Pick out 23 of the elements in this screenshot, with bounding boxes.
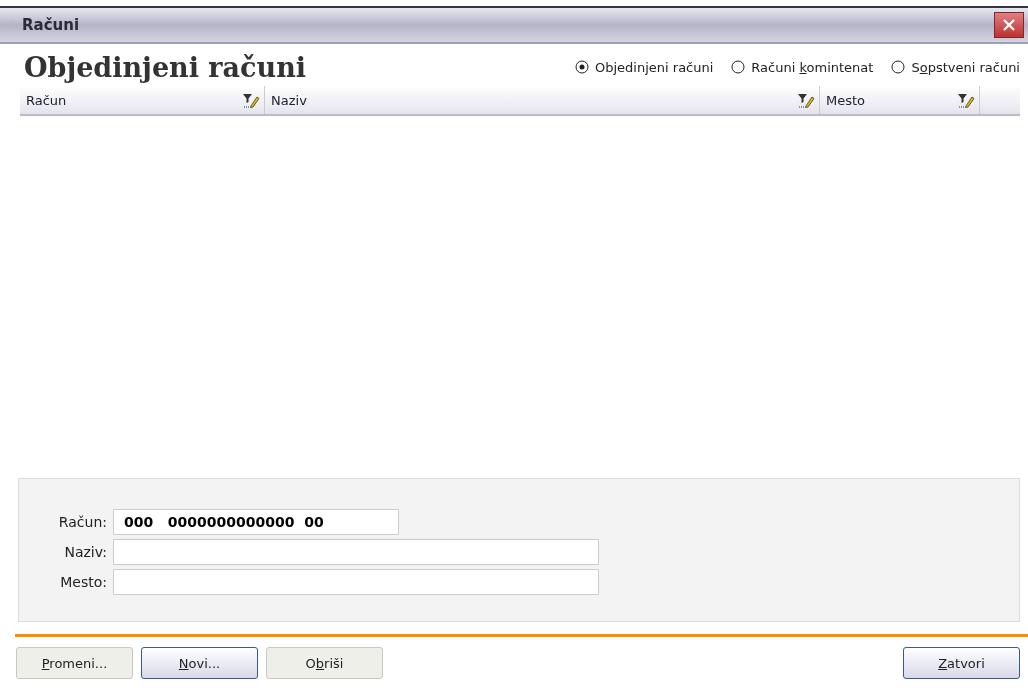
filter-edit-icon[interactable]: [797, 92, 815, 108]
field-label: Račun:: [57, 514, 107, 530]
page-heading: Objedinjeni računi: [24, 51, 307, 83]
action-button[interactable]: Zatvori: [903, 647, 1020, 679]
radio-option[interactable]: Računi komintenat: [731, 59, 874, 75]
radio-option[interactable]: Sopstveni računi: [891, 59, 1020, 75]
action-button[interactable]: Obriši: [266, 647, 383, 679]
input-field[interactable]: [113, 569, 599, 595]
window-title: Računi: [22, 16, 81, 34]
input-field[interactable]: [113, 539, 599, 565]
input-field[interactable]: 000 0000000000000 00: [113, 509, 399, 535]
field-label: Mesto:: [59, 574, 107, 590]
close-button[interactable]: [994, 12, 1024, 38]
action-button[interactable]: Novi...: [141, 647, 258, 679]
column-header[interactable]: Mesto: [826, 92, 866, 108]
filter-edit-icon[interactable]: [957, 92, 975, 108]
field-label: Naziv:: [63, 544, 107, 560]
filter-edit-icon[interactable]: [242, 92, 260, 108]
action-button[interactable]: Promeni...: [16, 647, 133, 679]
column-header[interactable]: Naziv: [271, 92, 307, 108]
column-header[interactable]: Račun: [26, 92, 67, 108]
close-icon: [1002, 18, 1016, 32]
radio-option[interactable]: Objedinjeni računi: [575, 59, 714, 75]
